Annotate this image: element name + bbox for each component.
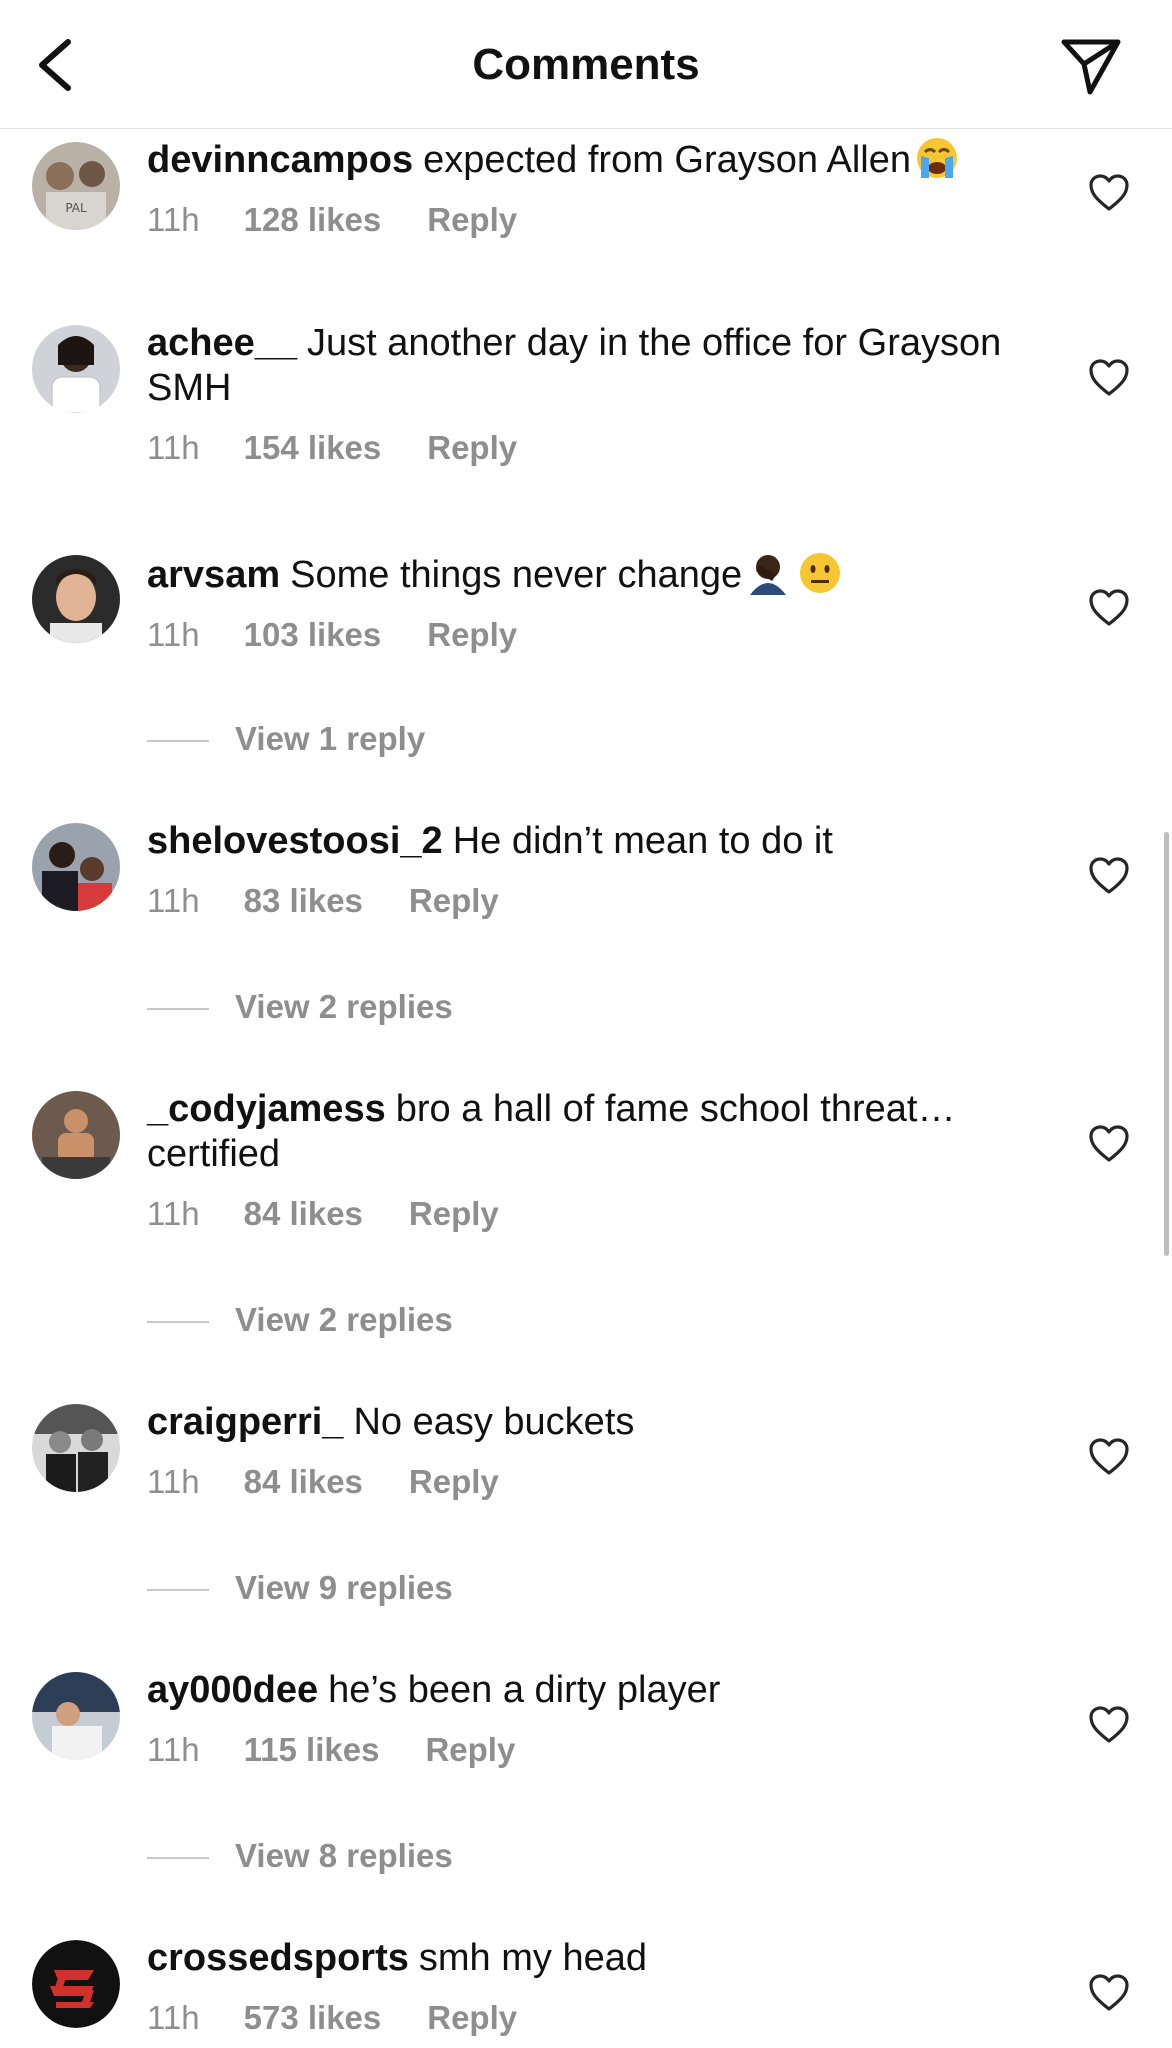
comment-likes[interactable]: 84 likes	[244, 1463, 363, 1500]
view-replies-button[interactable]: View 2 replies	[147, 988, 453, 1028]
comment-meta: 11h 103 likes Reply	[147, 616, 1042, 654]
avatar[interactable]	[32, 823, 120, 911]
comment-likes[interactable]: 115 likes	[244, 1731, 380, 1768]
divider-line	[147, 1589, 209, 1592]
comment-likes[interactable]: 128 likes	[244, 201, 382, 238]
comment-likes[interactable]: 103 likes	[244, 616, 382, 653]
comments-header: Comments	[0, 0, 1172, 129]
heart-outline-icon[interactable]	[1088, 588, 1130, 628]
comment-likes[interactable]: 83 likes	[244, 882, 363, 919]
comment-meta: 11h 83 likes Reply	[147, 882, 1042, 920]
reply-button[interactable]: Reply	[427, 201, 517, 238]
comment-time: 11h	[147, 1731, 200, 1768]
heart-outline-icon[interactable]	[1088, 856, 1130, 896]
divider-line	[147, 740, 209, 743]
comment-text: crossedsports smh my head	[147, 1936, 1042, 1981]
view-replies-label: View 2 replies	[235, 988, 453, 1025]
comment-time: 11h	[147, 882, 200, 919]
comment-body: He didn’t mean to do it	[452, 820, 833, 862]
comment-body: he’s been a dirty player	[328, 1669, 721, 1711]
comment-time: 11h	[147, 1463, 200, 1500]
view-replies-button[interactable]: View 9 replies	[147, 1569, 453, 1609]
svg-text:PAL: PAL	[65, 201, 87, 215]
neutral-face-icon	[800, 553, 841, 593]
reply-button[interactable]: Reply	[409, 1195, 499, 1232]
view-replies-button[interactable]: View 1 reply	[147, 720, 425, 760]
reply-button[interactable]: Reply	[409, 882, 499, 919]
reply-button[interactable]: Reply	[425, 1731, 515, 1768]
comment-meta: 11h 115 likes Reply	[147, 1731, 1042, 1769]
comment-username[interactable]: _codyjamess	[147, 1088, 386, 1130]
comment-text: craigperri_ No easy buckets	[147, 1400, 1042, 1445]
comment-likes[interactable]: 154 likes	[244, 429, 382, 466]
crying-face-icon	[917, 138, 957, 178]
comment-username[interactable]: arvsam	[147, 554, 280, 596]
divider-line	[147, 1008, 209, 1011]
comment-body: No easy buckets	[353, 1401, 635, 1443]
comment-body: smh my head	[418, 1937, 647, 1979]
avatar[interactable]	[32, 1404, 120, 1492]
comment-text: _codyjamess bro a hall of fame school thr…	[147, 1087, 1042, 1177]
comment-time: 11h	[147, 429, 200, 466]
scrollbar[interactable]	[1164, 832, 1169, 1256]
avatar[interactable]	[32, 1940, 120, 2028]
comment-username[interactable]: crossedsports	[147, 1937, 409, 1979]
person-facepalm-icon	[750, 555, 787, 595]
avatar[interactable]	[32, 1091, 120, 1179]
comment-time: 11h	[147, 1999, 200, 2036]
comment-meta: 11h 84 likes Reply	[147, 1463, 1042, 1501]
comment-username[interactable]: achee__	[147, 322, 297, 364]
comment-username[interactable]: shelovestoosi_2	[147, 820, 443, 862]
view-replies-label: View 8 replies	[235, 1837, 453, 1874]
heart-outline-icon[interactable]	[1088, 1437, 1130, 1477]
comment-text: shelovestoosi_2 He didn’t mean to do it	[147, 819, 1042, 864]
comment-username[interactable]: devinncampos	[147, 139, 413, 181]
comment-username[interactable]: ay000dee	[147, 1669, 318, 1711]
comment-body: Some things never change	[290, 554, 743, 596]
avatar[interactable]	[32, 325, 120, 413]
comment-time: 11h	[147, 201, 200, 238]
comment-body: expected from Grayson Allen	[423, 139, 911, 181]
heart-outline-icon[interactable]	[1088, 173, 1130, 213]
divider-line	[147, 1857, 209, 1860]
heart-outline-icon[interactable]	[1088, 1124, 1130, 1164]
comment-username[interactable]: craigperri_	[147, 1401, 343, 1443]
view-replies-label: View 1 reply	[235, 720, 426, 757]
comment-text: arvsam Some things never change	[147, 551, 1042, 598]
divider-line	[147, 1321, 209, 1324]
page-title: Comments	[472, 40, 700, 89]
heart-outline-icon[interactable]	[1088, 1973, 1130, 2013]
comment-text: devinncampos expected from Grayson Allen	[147, 136, 1042, 183]
reply-button[interactable]: Reply	[427, 429, 517, 466]
comment-meta: 11h 84 likes Reply	[147, 1195, 1042, 1233]
share-button[interactable]	[1056, 34, 1126, 98]
comment-time: 11h	[147, 616, 200, 653]
comment-meta: 11h 154 likes Reply	[147, 429, 1042, 467]
avatar[interactable]	[32, 555, 120, 643]
comment-likes[interactable]: 573 likes	[244, 1999, 382, 2036]
comment-meta: 11h 128 likes Reply	[147, 201, 1042, 239]
reply-button[interactable]: Reply	[409, 1463, 499, 1500]
comment-text: achee__ Just another day in the office fo…	[147, 321, 1042, 411]
view-replies-label: View 2 replies	[235, 1301, 453, 1338]
view-replies-button[interactable]: View 8 replies	[147, 1837, 453, 1877]
reply-button[interactable]: Reply	[427, 616, 517, 653]
comment-meta: 11h 573 likes Reply	[147, 1999, 1042, 2037]
comment-time: 11h	[147, 1195, 200, 1232]
heart-outline-icon[interactable]	[1088, 358, 1130, 398]
avatar[interactable]	[32, 1672, 120, 1760]
view-replies-button[interactable]: View 2 replies	[147, 1301, 453, 1341]
comment-likes[interactable]: 84 likes	[244, 1195, 363, 1232]
avatar[interactable]: PAL	[32, 142, 120, 230]
comment-text: ay000dee he’s been a dirty player	[147, 1668, 1042, 1713]
paper-plane-icon	[1061, 39, 1121, 95]
heart-outline-icon[interactable]	[1088, 1705, 1130, 1745]
reply-button[interactable]: Reply	[427, 1999, 517, 2036]
view-replies-label: View 9 replies	[235, 1569, 453, 1606]
